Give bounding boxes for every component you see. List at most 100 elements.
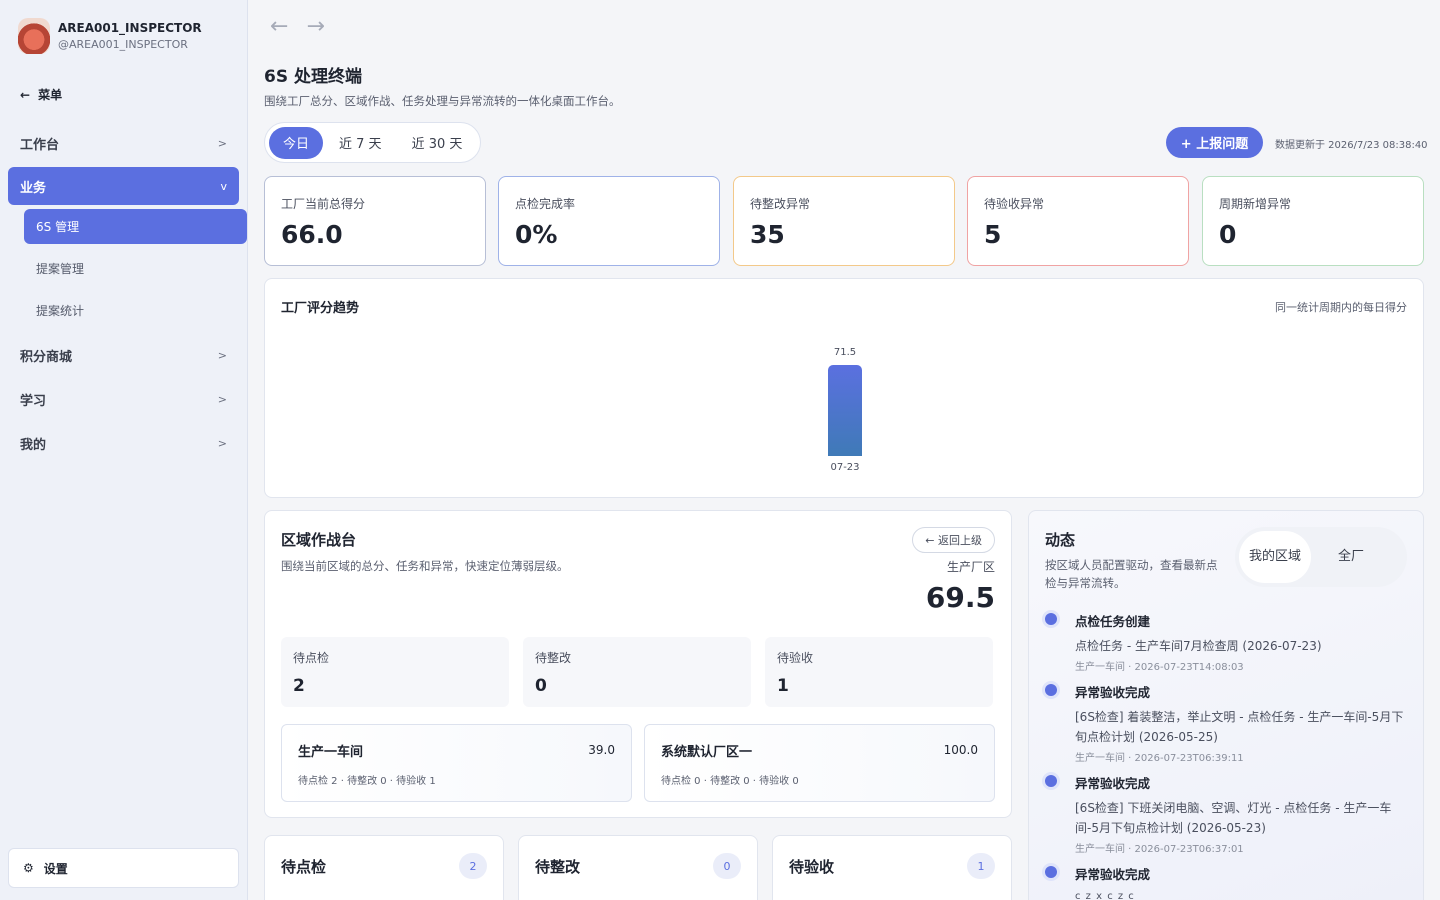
- timeline-dot: [1045, 866, 1057, 878]
- back-to-parent-button[interactable]: ← 返回上级: [912, 527, 995, 553]
- tab-my-area[interactable]: 我的区域: [1239, 531, 1311, 583]
- sidebar-item-label: 我的: [20, 437, 47, 453]
- kpi-value: 0: [1219, 220, 1237, 249]
- score-trend-card: 工厂评分趋势 同一统计周期内的每日得分 71.5 07-23: [264, 278, 1424, 498]
- kpi-card-pending-accept[interactable]: 待验收异常 5: [967, 176, 1189, 266]
- activity-head: 点检任务创建: [1075, 614, 1151, 629]
- activity-body: 点检任务 - 生产车间7月检查周 (2026-07-23): [1075, 639, 1322, 653]
- settings-button[interactable]: ⚙ 设置: [8, 848, 239, 888]
- zone-score: 69.5: [925, 581, 995, 614]
- back-arrow-icon[interactable]: ←: [270, 14, 288, 39]
- stat-value: 0: [535, 676, 547, 696]
- sub-area-meta: 待点检 0 · 待整改 0 · 待验收 0: [661, 776, 799, 787]
- sub-area-score: 39.0: [588, 743, 615, 757]
- zone-panel: 区域作战台 围绕当前区域的总分、任务和异常，快速定位薄弱层级。 ← 返回上级 生…: [264, 510, 1012, 818]
- trend-bar-value-label: 71.5: [833, 347, 857, 359]
- stat-value: 1: [777, 676, 789, 696]
- kpi-value: 0%: [515, 220, 558, 249]
- trend-plot-area: 71.5 07-23: [265, 339, 1425, 473]
- page-subtitle: 围绕工厂总分、区域作战、任务处理与异常流转的一体化桌面工作台。: [264, 94, 621, 108]
- chevron-down-icon: v: [220, 179, 227, 193]
- queue-count-badge: 0: [713, 853, 741, 879]
- sidebar-item-learning[interactable]: 学习 >: [8, 380, 239, 418]
- range-tabs: 今日 近 7 天 近 30 天: [264, 122, 482, 163]
- chevron-right-icon: >: [217, 392, 227, 406]
- activity-body: c z x c z c: [1075, 891, 1135, 900]
- chevron-right-icon: >: [217, 136, 227, 150]
- page-title: 6S 处理终端: [264, 67, 362, 87]
- tab-today[interactable]: 今日: [269, 126, 324, 159]
- forward-arrow-icon[interactable]: →: [306, 14, 324, 39]
- main-content: ← → 6S 处理终端 围绕工厂总分、区域作战、任务处理与异常流转的一体化桌面工…: [248, 0, 1440, 900]
- report-issue-button[interactable]: + 上报问题: [1166, 127, 1263, 158]
- sidebar-item-label: 工作台: [20, 137, 60, 153]
- stat-pending-inspect: 待点检 2: [281, 637, 509, 707]
- chevron-right-icon: >: [217, 348, 227, 362]
- sub-area-card[interactable]: 生产一车间 39.0 待点检 2 · 待整改 0 · 待验收 1: [281, 724, 632, 802]
- kpi-value: 66.0: [281, 220, 343, 249]
- zone-area-name: 生产厂区: [946, 560, 995, 574]
- sidebar-item-mine[interactable]: 我的 >: [8, 424, 239, 462]
- timeline-dot: [1045, 684, 1057, 696]
- sidebar-item-label: 业务: [20, 180, 47, 196]
- user-profile[interactable]: AREA001_INSPECTOR @AREA001_INSPECTOR: [18, 18, 202, 54]
- zone-description: 围绕当前区域的总分、任务和异常，快速定位薄弱层级。: [281, 559, 569, 573]
- sidebar-subitem-proposals[interactable]: 提案管理: [24, 251, 247, 286]
- stat-pending-accept: 待验收 1: [765, 637, 993, 707]
- kpi-card-total-score[interactable]: 工厂当前总得分 66.0: [264, 176, 486, 266]
- sidebar-subitem-proposal-stats[interactable]: 提案统计: [24, 293, 247, 328]
- sidebar-item-label: 学习: [20, 393, 47, 409]
- activity-item[interactable]: 异常验收完成 [6S检查] 下班关闭电脑、空调、灯光 - 点检任务 - 生产一车…: [1045, 773, 1405, 855]
- tab-30-days[interactable]: 近 30 天: [398, 127, 477, 159]
- sidebar-item-business[interactable]: 业务 v: [8, 167, 239, 205]
- sidebar-item-workbench[interactable]: 工作台 >: [8, 124, 239, 162]
- avatar: [18, 18, 50, 54]
- tab-whole-factory[interactable]: 全厂: [1311, 531, 1391, 583]
- sidebar-subitem-label: 提案管理: [36, 262, 85, 276]
- arrow-left-icon: ←: [20, 87, 31, 102]
- queue-card-pending-inspect[interactable]: 待点检 2: [264, 835, 504, 900]
- stat-label: 待点检: [293, 651, 330, 665]
- sidebar: AREA001_INSPECTOR @AREA001_INSPECTOR ← 菜…: [0, 0, 248, 900]
- activity-panel: 动态 按区域人员配置驱动，查看最新点检与异常流转。 我的区域 全厂 点检任务创建…: [1028, 510, 1424, 900]
- kpi-card-pending-rectify[interactable]: 待整改异常 35: [733, 176, 955, 266]
- settings-label: 设置: [43, 861, 68, 876]
- trend-bar[interactable]: [828, 365, 862, 456]
- kpi-value: 35: [750, 220, 785, 249]
- kpi-value: 5: [984, 220, 1002, 249]
- kpi-card-new-exceptions[interactable]: 周期新增异常 0: [1202, 176, 1424, 266]
- zone-title: 区域作战台: [281, 531, 357, 549]
- stat-pending-rectify: 待整改 0: [523, 637, 751, 707]
- queue-card-pending-accept[interactable]: 待验收 1: [772, 835, 1012, 900]
- activity-item[interactable]: 异常验收完成 [6S检查] 着装整洁，举止文明 - 点检任务 - 生产一车间-5…: [1045, 682, 1405, 764]
- activity-item[interactable]: 异常验收完成 c z x c z c: [1045, 864, 1405, 900]
- sub-area-name: 系统默认厂区一: [661, 745, 753, 760]
- kpi-label: 待验收异常: [984, 197, 1045, 211]
- sub-area-score: 100.0: [943, 743, 978, 757]
- timeline-dot: [1045, 613, 1057, 625]
- sidebar-item-points-mall[interactable]: 积分商城 >: [8, 336, 239, 374]
- queue-title: 待验收: [789, 858, 835, 876]
- sidebar-item-label: 积分商城: [20, 349, 73, 365]
- chevron-right-icon: >: [217, 436, 227, 450]
- trend-note: 同一统计周期内的每日得分: [1275, 301, 1407, 314]
- menu-back-button[interactable]: ← 菜单: [20, 86, 62, 103]
- stat-value: 2: [293, 676, 305, 696]
- sidebar-subitem-6s[interactable]: 6S 管理: [24, 209, 247, 244]
- queue-card-pending-rectify[interactable]: 待整改 0: [518, 835, 758, 900]
- activity-scope-tabs: 我的区域 全厂: [1235, 527, 1407, 587]
- activity-head: 异常验收完成: [1075, 685, 1151, 700]
- sidebar-subitem-label: 6S 管理: [36, 220, 80, 234]
- activity-item[interactable]: 点检任务创建 点检任务 - 生产车间7月检查周 (2026-07-23) 生产一…: [1045, 611, 1405, 673]
- activity-head: 异常验收完成: [1075, 867, 1151, 882]
- gear-icon: ⚙: [23, 861, 34, 875]
- sub-area-card[interactable]: 系统默认厂区一 100.0 待点检 0 · 待整改 0 · 待验收 0: [644, 724, 995, 802]
- tab-7-days[interactable]: 近 7 天: [325, 127, 396, 159]
- activity-body: [6S检查] 着装整洁，举止文明 - 点检任务 - 生产一车间-5月下旬点检计划…: [1075, 710, 1404, 744]
- activity-body: [6S检查] 下班关闭电脑、空调、灯光 - 点检任务 - 生产一车间-5月下旬点…: [1075, 801, 1392, 835]
- sidebar-subitem-label: 提案统计: [36, 304, 85, 318]
- queue-title: 待点检: [281, 858, 327, 876]
- timeline-dot: [1045, 775, 1057, 787]
- updated-timestamp: 数据更新于 2026/7/23 08:38:40: [1275, 140, 1428, 151]
- kpi-card-completion-rate[interactable]: 点检完成率 0%: [498, 176, 720, 266]
